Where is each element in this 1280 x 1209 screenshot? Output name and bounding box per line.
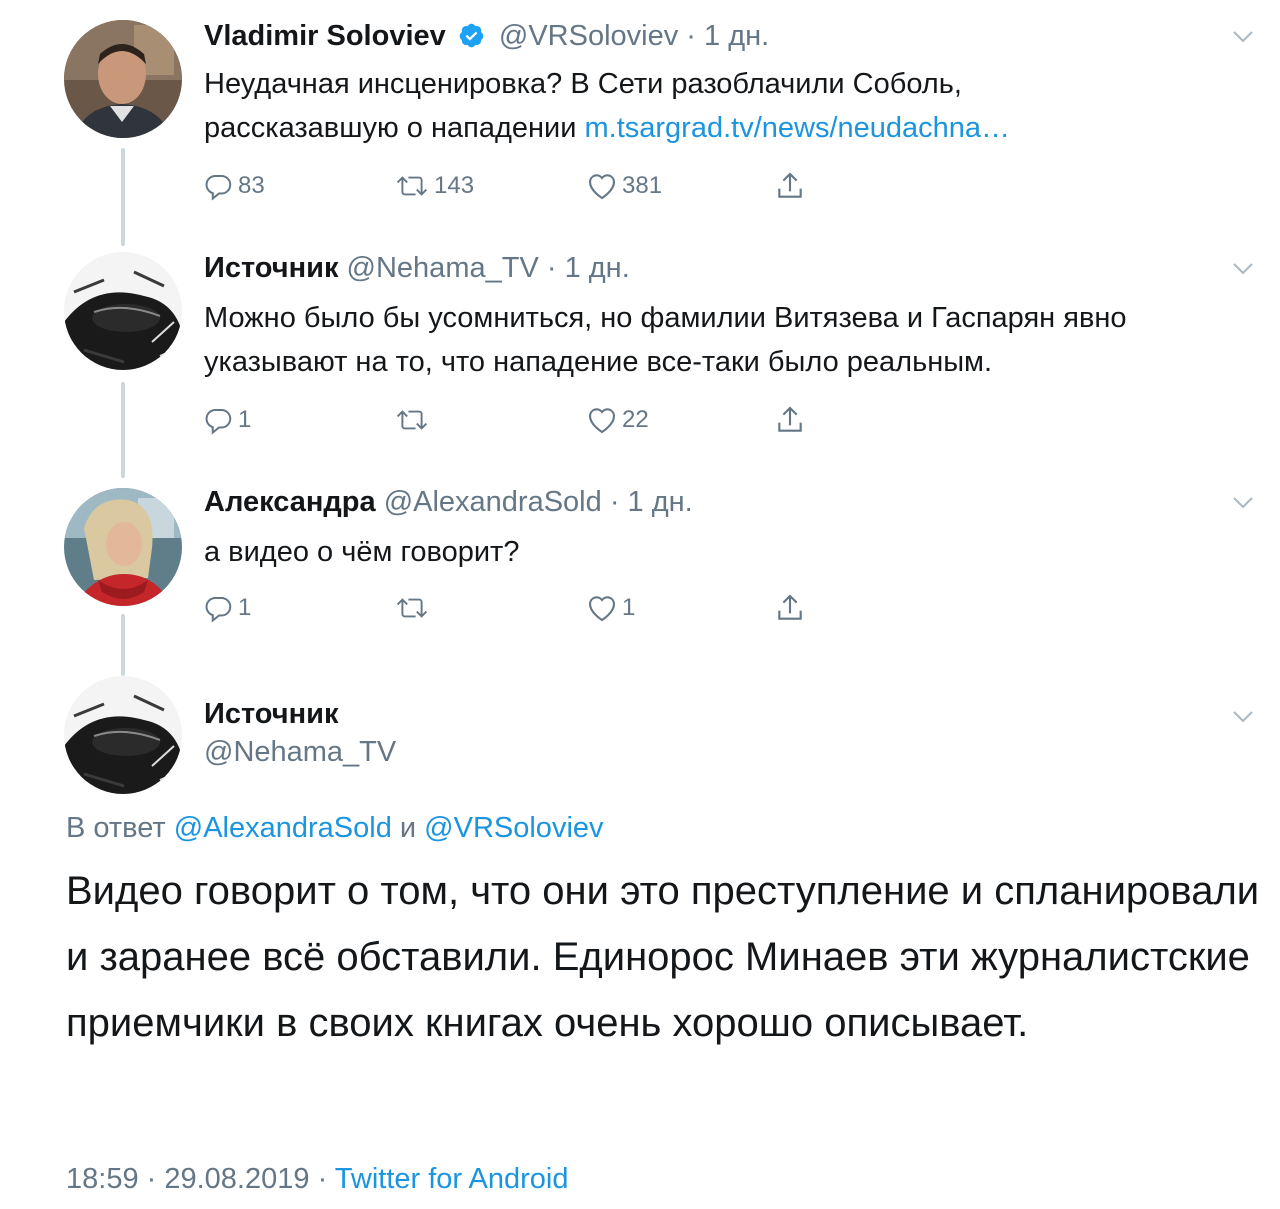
like-button[interactable]: 381	[586, 166, 662, 206]
share-icon	[774, 592, 806, 624]
retweet-icon	[394, 405, 430, 435]
reply-count: 1	[238, 594, 252, 621]
handle[interactable]: @AlexandraSold	[384, 486, 602, 518]
thread-line	[121, 382, 125, 478]
reply-icon	[204, 593, 234, 623]
reply-icon	[204, 171, 234, 201]
timestamp[interactable]: · 1 дн.	[547, 252, 630, 284]
tweet-header: Источник @Nehama_TV · 1 дн.	[204, 250, 630, 286]
retweet-button[interactable]: 143	[394, 166, 474, 206]
avatar[interactable]	[64, 252, 182, 370]
retweet-icon	[394, 171, 430, 201]
handle[interactable]: @Nehama_TV	[347, 252, 539, 284]
reply-to-line: В ответ @AlexandraSold и @VRSoloviev	[66, 812, 604, 845]
retweet-icon	[394, 593, 430, 623]
reply-and: и	[391, 812, 425, 844]
separator: ·	[138, 1163, 165, 1195]
display-name[interactable]: Источник	[204, 698, 338, 730]
separator: ·	[309, 1163, 335, 1195]
reply-icon	[204, 405, 234, 435]
tweet-client-link[interactable]: Twitter for Android	[335, 1163, 569, 1195]
display-name[interactable]: Vladimir Soloviev	[204, 20, 446, 52]
reply-count: 1	[238, 406, 252, 433]
reply-count: 83	[238, 172, 265, 199]
tweet-actions: 1 1	[204, 588, 824, 628]
like-icon	[586, 405, 618, 435]
share-button[interactable]	[774, 400, 806, 440]
tweet-actions: 83 143 381	[204, 166, 824, 206]
like-button[interactable]: 22	[586, 400, 649, 440]
chevron-down-icon[interactable]	[1232, 262, 1254, 276]
retweet-count: 143	[434, 172, 475, 199]
reply-button[interactable]: 1	[204, 400, 251, 440]
share-button[interactable]	[774, 588, 806, 628]
share-icon	[774, 404, 806, 436]
like-count: 1	[622, 594, 636, 621]
like-count: 22	[622, 406, 649, 433]
handle[interactable]: @Nehama_TV	[204, 736, 396, 768]
tweet-link[interactable]: m.tsargrad.tv/news/neudachna…	[584, 112, 1010, 144]
chevron-down-icon[interactable]	[1232, 710, 1254, 724]
chevron-down-icon[interactable]	[1232, 30, 1254, 44]
retweet-button[interactable]	[394, 588, 430, 628]
thread-line	[121, 148, 125, 246]
timestamp[interactable]: · 1 дн.	[610, 486, 693, 518]
reply-prefix: В ответ	[66, 812, 174, 844]
tweet-actions: 1 22	[204, 400, 824, 440]
thread-line	[121, 614, 125, 676]
main-tweet-handle[interactable]: @Nehama_TV	[204, 734, 396, 770]
share-button[interactable]	[774, 166, 806, 206]
display-name[interactable]: Александра	[204, 486, 376, 518]
like-count: 381	[622, 172, 663, 199]
like-button[interactable]: 1	[586, 588, 635, 628]
reply-button[interactable]: 83	[204, 166, 265, 206]
chevron-down-icon[interactable]	[1232, 496, 1254, 510]
reply-user-link[interactable]: @VRSoloviev	[424, 812, 603, 844]
main-tweet-name[interactable]: Источник	[204, 696, 338, 732]
verified-badge-icon	[458, 22, 485, 58]
handle[interactable]: @VRSoloviev	[499, 20, 678, 52]
tweet-date: 29.08.2019	[164, 1163, 310, 1195]
tweet-text: Неудачная инсценировка? В Сети разоблачи…	[204, 62, 1164, 150]
share-icon	[774, 170, 806, 202]
avatar[interactable]	[64, 488, 182, 606]
main-tweet-text: Видео говорит о том, что они это преступ…	[66, 869, 1260, 1045]
like-icon	[586, 171, 618, 201]
tweet-text: а видео о чём говорит?	[204, 536, 520, 568]
reply-user-link[interactable]: @AlexandraSold	[174, 812, 392, 844]
tweet-text: Можно было бы усомниться, но фамилии Вит…	[204, 302, 1127, 378]
tweet-time: 18:59	[66, 1163, 139, 1195]
tweet-header: Александра @AlexandraSold · 1 дн.	[204, 484, 693, 520]
tweet-footer: 18:59 · 29.08.2019 · Twitter for Android	[66, 1163, 568, 1196]
timestamp[interactable]: · 1 дн.	[686, 20, 769, 52]
like-icon	[586, 593, 618, 623]
retweet-button[interactable]	[394, 400, 430, 440]
reply-button[interactable]: 1	[204, 588, 251, 628]
display-name[interactable]: Источник	[204, 252, 338, 284]
avatar[interactable]	[64, 676, 182, 794]
avatar[interactable]	[64, 20, 182, 138]
tweet-header: Vladimir Soloviev @VRSoloviev · 1 дн.	[204, 18, 769, 58]
